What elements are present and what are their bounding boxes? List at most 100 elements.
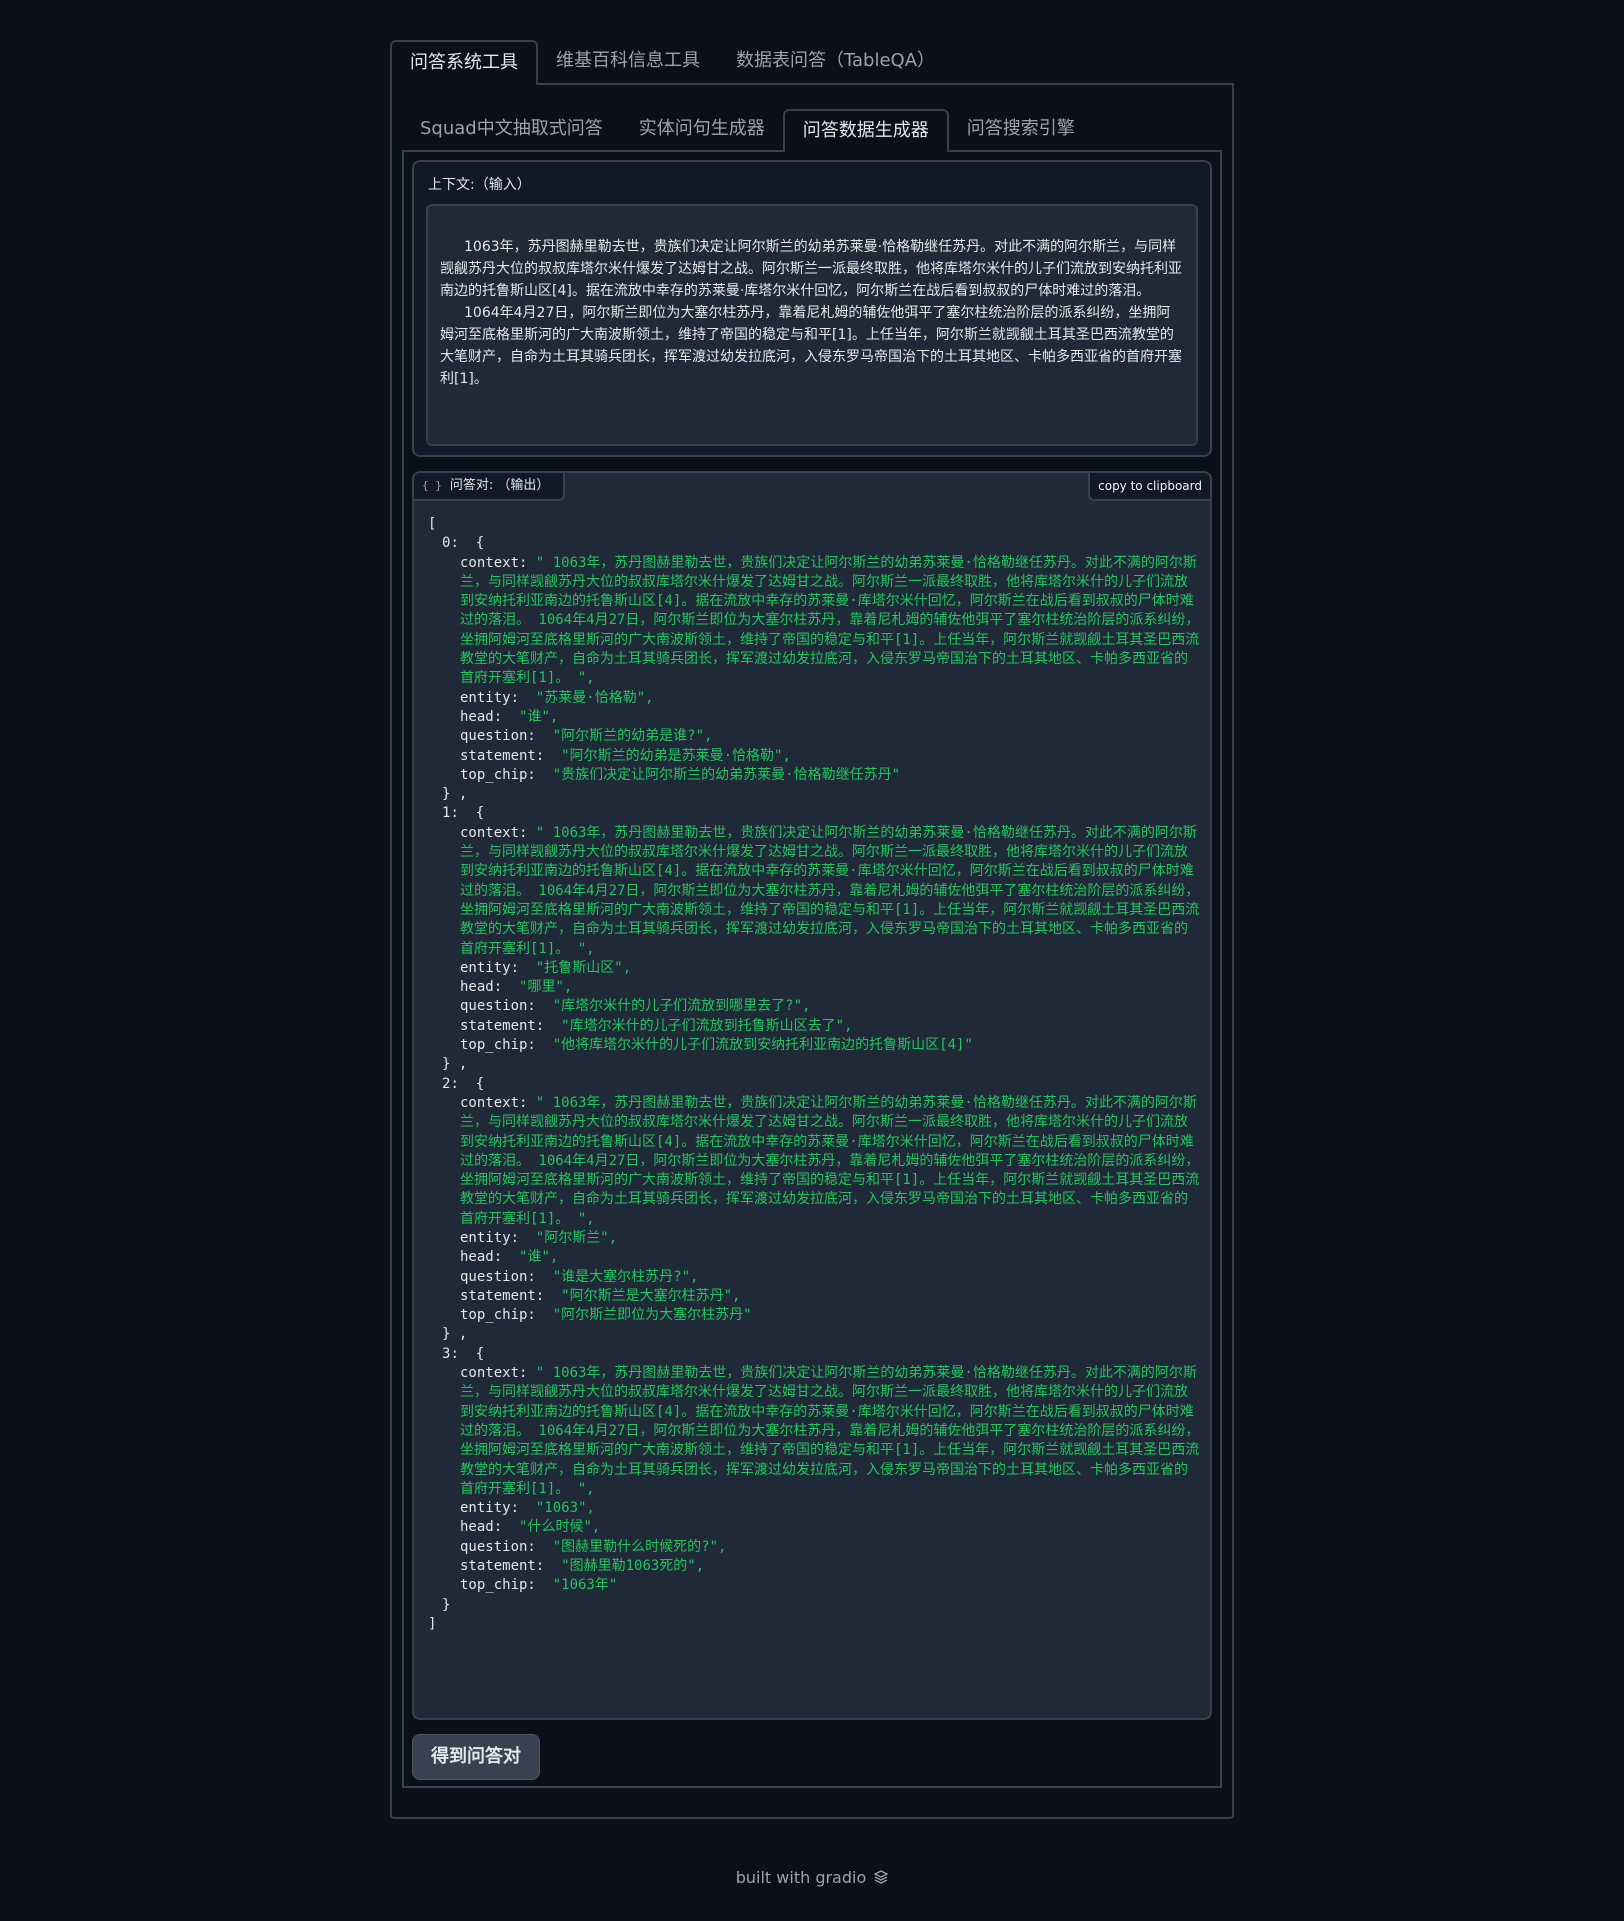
json-item-close: } , xyxy=(442,786,468,803)
json-statement-value: "阿尔斯兰的幼弟是苏莱曼·恰格勒", xyxy=(561,747,791,764)
json-context-value: " 1063年，苏丹图赫里勒去世，贵族们决定让阿尔斯兰的幼弟苏莱曼·恰格勒继任苏… xyxy=(460,1365,1200,1497)
footer-text[interactable]: built with gradio xyxy=(736,1868,867,1887)
json-field-line: entity: "1063", xyxy=(428,1499,1200,1518)
tab-qa-data-generator[interactable]: 问答数据生成器 xyxy=(782,109,949,152)
json-item-close: } , xyxy=(442,1326,468,1343)
json-field-line: top_chip: "阿尔斯兰即位为大塞尔柱苏丹" xyxy=(428,1306,1200,1325)
json-field-line: entity: "苏莱曼·恰格勒", xyxy=(428,689,1200,708)
json-statement-value: "阿尔斯兰是大塞尔柱苏丹", xyxy=(561,1287,741,1304)
footer: built with gradio xyxy=(0,1868,1624,1887)
get-qa-pairs-button[interactable]: 得到问答对 xyxy=(412,1734,540,1780)
gradio-logo-icon xyxy=(874,1870,889,1884)
top-tab-panel: Squad中文抽取式问答 实体问句生成器 问答数据生成器 问答搜索引擎 上下文:… xyxy=(390,83,1234,1819)
json-key: entity: xyxy=(460,1229,536,1246)
json-close-bracket: ] xyxy=(428,1615,437,1632)
json-field-line: question: "阿尔斯兰的幼弟是谁?", xyxy=(428,727,1200,746)
json-field-line: head: "谁", xyxy=(428,1248,1200,1267)
json-entity-value: "阿尔斯兰", xyxy=(535,1229,618,1246)
json-key: context: xyxy=(460,1094,536,1111)
json-entity-value: "托鲁斯山区", xyxy=(535,959,632,976)
json-key: statement: xyxy=(460,1558,562,1575)
json-item-close: } , xyxy=(442,1056,468,1073)
json-key: entity: xyxy=(460,959,536,976)
json-context-line: context: " 1063年，苏丹图赫里勒去世，贵族们决定让阿尔斯兰的幼弟苏… xyxy=(428,554,1200,689)
json-head-value: "谁", xyxy=(519,708,559,725)
json-key: question: xyxy=(460,1268,553,1285)
json-top-chip-value: "贵族们决定让阿尔斯兰的幼弟苏莱曼·恰格勒继任苏丹" xyxy=(552,766,901,783)
json-context-value: " 1063年，苏丹图赫里勒去世，贵族们决定让阿尔斯兰的幼弟苏莱曼·恰格勒继任苏… xyxy=(460,554,1200,687)
inner-tab-panel: 上下文:（输入） 1063年，苏丹图赫里勒去世，贵族们决定让阿尔斯兰的幼弟苏莱曼… xyxy=(402,150,1222,1788)
tab-entity-question-generator[interactable]: 实体问句生成器 xyxy=(621,109,783,150)
json-key: head: xyxy=(460,708,520,725)
json-item-index: 3 xyxy=(442,1345,451,1362)
context-input-block: 上下文:（输入） 1063年，苏丹图赫里勒去世，贵族们决定让阿尔斯兰的幼弟苏莱曼… xyxy=(412,160,1212,457)
json-top-chip-value: "阿尔斯兰即位为大塞尔柱苏丹" xyxy=(552,1307,752,1324)
json-field-line: statement: "阿尔斯兰是大塞尔柱苏丹", xyxy=(428,1287,1200,1306)
json-field-line: head: "什么时候", xyxy=(428,1518,1200,1537)
json-entity-value: "1063", xyxy=(535,1500,595,1517)
qa-output-json: { } 问答对: （输出） copy to clipboard [0: {cont… xyxy=(412,471,1212,1720)
json-head-value: "谁", xyxy=(519,1249,559,1266)
json-key: context: xyxy=(460,1365,536,1382)
json-context-value: " 1063年，苏丹图赫里勒去世，贵族们决定让阿尔斯兰的幼弟苏莱曼·恰格勒继任苏… xyxy=(460,824,1200,957)
json-field-line: entity: "阿尔斯兰", xyxy=(428,1229,1200,1248)
json-field-line: statement: "库塔尔米什的儿子们流放到托鲁斯山区去了", xyxy=(428,1017,1200,1036)
json-field-line: top_chip: "1063年" xyxy=(428,1576,1200,1595)
json-key: entity: xyxy=(460,1500,536,1517)
tab-qa-tools[interactable]: 问答系统工具 xyxy=(390,40,538,85)
json-key: head: xyxy=(460,1249,520,1266)
json-key: top_chip: xyxy=(460,766,553,783)
json-item-index: 1 xyxy=(442,805,451,822)
json-key: question: xyxy=(460,998,553,1015)
json-question-value: "库塔尔米什的儿子们流放到哪里去了?", xyxy=(552,998,811,1015)
tab-qa-search-engine[interactable]: 问答搜索引擎 xyxy=(949,109,1093,150)
json-key: top_chip: xyxy=(460,1037,553,1054)
json-key: top_chip: xyxy=(460,1307,553,1324)
output-label-text: 问答对: （输出） xyxy=(449,478,550,493)
copy-to-clipboard-button[interactable]: copy to clipboard xyxy=(1088,473,1210,501)
json-viewer: [0: {context: " 1063年，苏丹图赫里勒去世，贵族们决定让阿尔斯… xyxy=(428,515,1200,1634)
tab-squad-qa[interactable]: Squad中文抽取式问答 xyxy=(402,109,621,150)
json-item-close: } xyxy=(442,1596,451,1613)
context-paragraph: 1064年4月27日，阿尔斯兰即位为大塞尔柱苏丹，靠着尼札姆的辅佐他弭平了塞尔柱… xyxy=(440,305,1182,387)
json-key: top_chip: xyxy=(460,1577,553,1594)
json-question-value: "阿尔斯兰的幼弟是谁?", xyxy=(552,728,713,745)
json-context-line: context: " 1063年，苏丹图赫里勒去世，贵族们决定让阿尔斯兰的幼弟苏… xyxy=(428,824,1200,959)
json-field-line: statement: "阿尔斯兰的幼弟是苏莱曼·恰格勒", xyxy=(428,747,1200,766)
json-braces-icon: { } xyxy=(422,479,442,492)
json-field-line: statement: "图赫里勒1063死的", xyxy=(428,1557,1200,1576)
json-field-line: top_chip: "贵族们决定让阿尔斯兰的幼弟苏莱曼·恰格勒继任苏丹" xyxy=(428,766,1200,785)
json-key: question: xyxy=(460,1538,553,1555)
json-top-chip-value: "1063年" xyxy=(552,1577,618,1594)
app-container: 问答系统工具 维基百科信息工具 数据表问答（TableQA） Squad中文抽取… xyxy=(390,40,1234,1819)
top-tabs: 问答系统工具 维基百科信息工具 数据表问答（TableQA） xyxy=(390,40,1234,85)
output-label: { } 问答对: （输出） xyxy=(414,473,566,501)
json-field-line: question: "图赫里勒什么时候死的?", xyxy=(428,1538,1200,1557)
json-item-index: 2 xyxy=(442,1075,451,1092)
json-field-line: head: "哪里", xyxy=(428,978,1200,997)
context-label: 上下文:（输入） xyxy=(428,177,531,193)
context-paragraph: 1063年，苏丹图赫里勒去世，贵族们决定让阿尔斯兰的幼弟苏莱曼·恰格勒继任苏丹。… xyxy=(440,239,1182,299)
json-field-line: head: "谁", xyxy=(428,708,1200,727)
json-context-line: context: " 1063年，苏丹图赫里勒去世，贵族们决定让阿尔斯兰的幼弟苏… xyxy=(428,1094,1200,1229)
tab-wiki-tools[interactable]: 维基百科信息工具 xyxy=(538,40,718,83)
json-item-index: 0 xyxy=(442,535,451,552)
json-statement-value: "库塔尔米什的儿子们流放到托鲁斯山区去了", xyxy=(561,1017,853,1034)
json-key: context: xyxy=(460,824,536,841)
json-top-chip-value: "他将库塔尔米什的儿子们流放到安纳托利亚南边的托鲁斯山区[4]" xyxy=(552,1037,973,1054)
context-textarea[interactable]: 1063年，苏丹图赫里勒去世，贵族们决定让阿尔斯兰的幼弟苏莱曼·恰格勒继任苏丹。… xyxy=(426,204,1198,446)
json-key: entity: xyxy=(460,689,536,706)
json-head-value: "什么时候", xyxy=(519,1519,601,1536)
json-item-header: 3: { xyxy=(442,1345,485,1362)
inner-tabs: Squad中文抽取式问答 实体问句生成器 问答数据生成器 问答搜索引擎 xyxy=(402,109,1222,152)
json-key: head: xyxy=(460,1519,520,1536)
json-field-line: entity: "托鲁斯山区", xyxy=(428,959,1200,978)
json-entity-value: "苏莱曼·恰格勒", xyxy=(535,689,654,706)
json-context-value: " 1063年，苏丹图赫里勒去世，贵族们决定让阿尔斯兰的幼弟苏莱曼·恰格勒继任苏… xyxy=(460,1094,1200,1227)
json-key: statement: xyxy=(460,747,562,764)
tab-tableqa[interactable]: 数据表问答（TableQA） xyxy=(718,40,953,83)
json-key: question: xyxy=(460,728,553,745)
json-key: statement: xyxy=(460,1017,562,1034)
json-item-header: 2: { xyxy=(442,1075,485,1092)
json-statement-value: "图赫里勒1063死的", xyxy=(561,1558,705,1575)
